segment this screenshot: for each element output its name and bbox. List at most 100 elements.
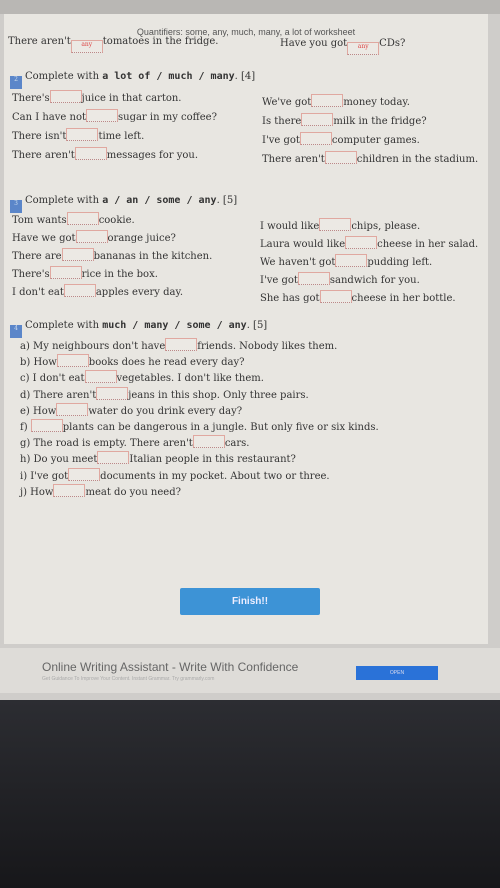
answer-blank[interactable]	[192, 435, 225, 449]
sentence-row: I've got computer games.	[262, 132, 420, 146]
sentence-row: j) How meat do you need?	[20, 483, 181, 498]
sentence-end: jeans in this shop. Only three pairs.	[128, 389, 309, 401]
sentence-end: juice in that carton.	[81, 93, 182, 104]
sentence-start: There aren't	[8, 36, 71, 47]
sentence-end: documents in my pocket. About two or thr…	[100, 470, 330, 482]
sentence-start: Laura would like	[260, 239, 346, 250]
answer-blank[interactable]	[319, 218, 352, 231]
answer-blank[interactable]	[84, 370, 117, 384]
answer-blank[interactable]	[63, 284, 96, 297]
answer-blank[interactable]	[311, 94, 344, 107]
sentence-start: g) The road is empty. There aren't	[20, 438, 193, 450]
sentence-end: meat do you need?	[85, 486, 181, 498]
answer-blank[interactable]	[319, 290, 352, 303]
answer-blank[interactable]	[345, 236, 378, 249]
sentence-start: Have we got	[12, 233, 76, 244]
answer-blank[interactable]	[75, 230, 108, 243]
section-number: 2	[10, 76, 22, 89]
sentence-start: I would like	[260, 221, 320, 232]
heading-options: a lot of / much / many	[102, 71, 235, 82]
sentence-row: Laura would like cheese in her salad.	[260, 236, 478, 250]
sentence-row: Have you got any CDs?	[280, 38, 405, 55]
answer-blank[interactable]	[165, 338, 198, 351]
sentence-end: bananas in the kitchen.	[93, 251, 213, 262]
sentence-start: She has got	[260, 293, 320, 304]
answer-blank[interactable]	[56, 354, 89, 368]
ad-banner[interactable]: Online Writing Assistant - Write With Co…	[0, 648, 500, 693]
answer-blank[interactable]	[66, 212, 99, 225]
answer-blank[interactable]	[97, 451, 130, 465]
sentence-row: She has got cheese in her bottle.	[260, 290, 456, 304]
answer-blank[interactable]	[61, 248, 94, 261]
sentence-end: apples every day.	[95, 287, 183, 298]
sentence-end: money today.	[343, 97, 410, 108]
answer-blank[interactable]	[96, 386, 129, 400]
sentence-row: Have we got orange juice?	[12, 230, 176, 244]
answer-blank[interactable]	[335, 254, 368, 267]
sentence-end: pudding left.	[367, 257, 433, 268]
sentence-row: d) There aren't jeans in this shop. Only …	[20, 386, 309, 401]
section-number: 4	[10, 325, 22, 338]
answer-blank[interactable]	[49, 266, 82, 279]
ad-subtext: Get Guidance To Improve Your Content. In…	[42, 676, 215, 682]
sentence-row: There aren't any tomatoes in the fridge.	[8, 36, 218, 53]
sentence-start: c) I don't eat	[20, 373, 85, 385]
sentence-end: vegetables. I don't like them.	[116, 373, 264, 385]
answer-blank[interactable]: any	[70, 40, 103, 53]
sentence-end: cookie.	[98, 215, 135, 226]
answer-blank[interactable]	[299, 132, 332, 145]
sentence-start: There are	[12, 251, 62, 262]
sentence-start: d) There aren't	[20, 389, 97, 401]
sentence-row: There aren't messages for you.	[12, 147, 198, 161]
sentence-end: tomatoes in the fridge.	[102, 36, 219, 47]
answer-blank[interactable]	[301, 113, 334, 126]
sentence-start: There's	[12, 269, 50, 280]
sentence-row: I would like chips, please.	[260, 218, 420, 232]
sentence-end: milk in the fridge?	[333, 116, 427, 127]
answer-blank[interactable]	[30, 419, 63, 432]
sentence-row: There isn't time left.	[12, 128, 144, 142]
sentence-row: There's juice in that carton.	[12, 90, 181, 104]
answer-blank[interactable]	[86, 109, 118, 122]
sentence-start: We've got	[262, 97, 312, 108]
sentence-start: There's	[12, 93, 50, 104]
answer-blank[interactable]	[66, 128, 99, 141]
answer-blank[interactable]	[53, 483, 86, 497]
finish-button[interactable]: Finish!!	[180, 588, 320, 615]
sentence-row: Can I have not sugar in my coffee?	[12, 109, 217, 123]
sentence-start: Is there	[262, 116, 302, 127]
section-heading: 3 Complete with a / an / some / any. [5]	[10, 195, 237, 213]
sentence-end: Italian people in this restaurant?	[129, 454, 296, 466]
sentence-end: children in the stadium.	[356, 154, 479, 165]
sentence-row: a) My neighbours don't have friends. Nobo…	[20, 338, 337, 352]
answer-blank[interactable]	[49, 90, 82, 103]
heading-prefix: Complete with	[25, 195, 103, 206]
answer-blank[interactable]: any	[347, 42, 380, 55]
sentence-row: Tom wants cookie.	[12, 212, 135, 226]
sentence-start: j) How	[20, 486, 54, 498]
answer-blank[interactable]	[68, 467, 101, 481]
laptop-bezel	[0, 700, 500, 888]
sentence-start: We haven't got	[260, 257, 336, 268]
answer-blank[interactable]	[56, 402, 89, 416]
sentence-row: There's rice in the box.	[12, 266, 158, 280]
worksheet: Quantifiers: some, any, much, many, a lo…	[4, 14, 488, 644]
heading-prefix: Complete with	[25, 71, 103, 82]
sentence-end: computer games.	[331, 135, 420, 146]
screen: Quantifiers: some, any, much, many, a lo…	[0, 0, 500, 700]
ad-open-button[interactable]: OPEN	[356, 666, 438, 680]
sentence-row: e) How water do you drink every day?	[20, 402, 242, 417]
sentence-start: i) I've got	[20, 470, 69, 482]
sentence-end: books does he read every day?	[88, 357, 245, 369]
answer-blank[interactable]	[74, 147, 107, 160]
sentence-end: cheese in her bottle.	[351, 293, 456, 304]
sentence-start: Tom wants	[12, 215, 67, 226]
answer-blank[interactable]	[297, 272, 330, 285]
sentence-row: There aren't children in the stadium.	[262, 151, 478, 165]
sentence-start: e) How	[20, 405, 57, 417]
answer-blank[interactable]	[324, 151, 357, 164]
sentence-start: I've got	[260, 275, 298, 286]
sentence-end: messages for you.	[106, 150, 199, 161]
sentence-row: We haven't got pudding left.	[260, 254, 432, 268]
sentence-end: sugar in my coffee?	[118, 112, 217, 123]
